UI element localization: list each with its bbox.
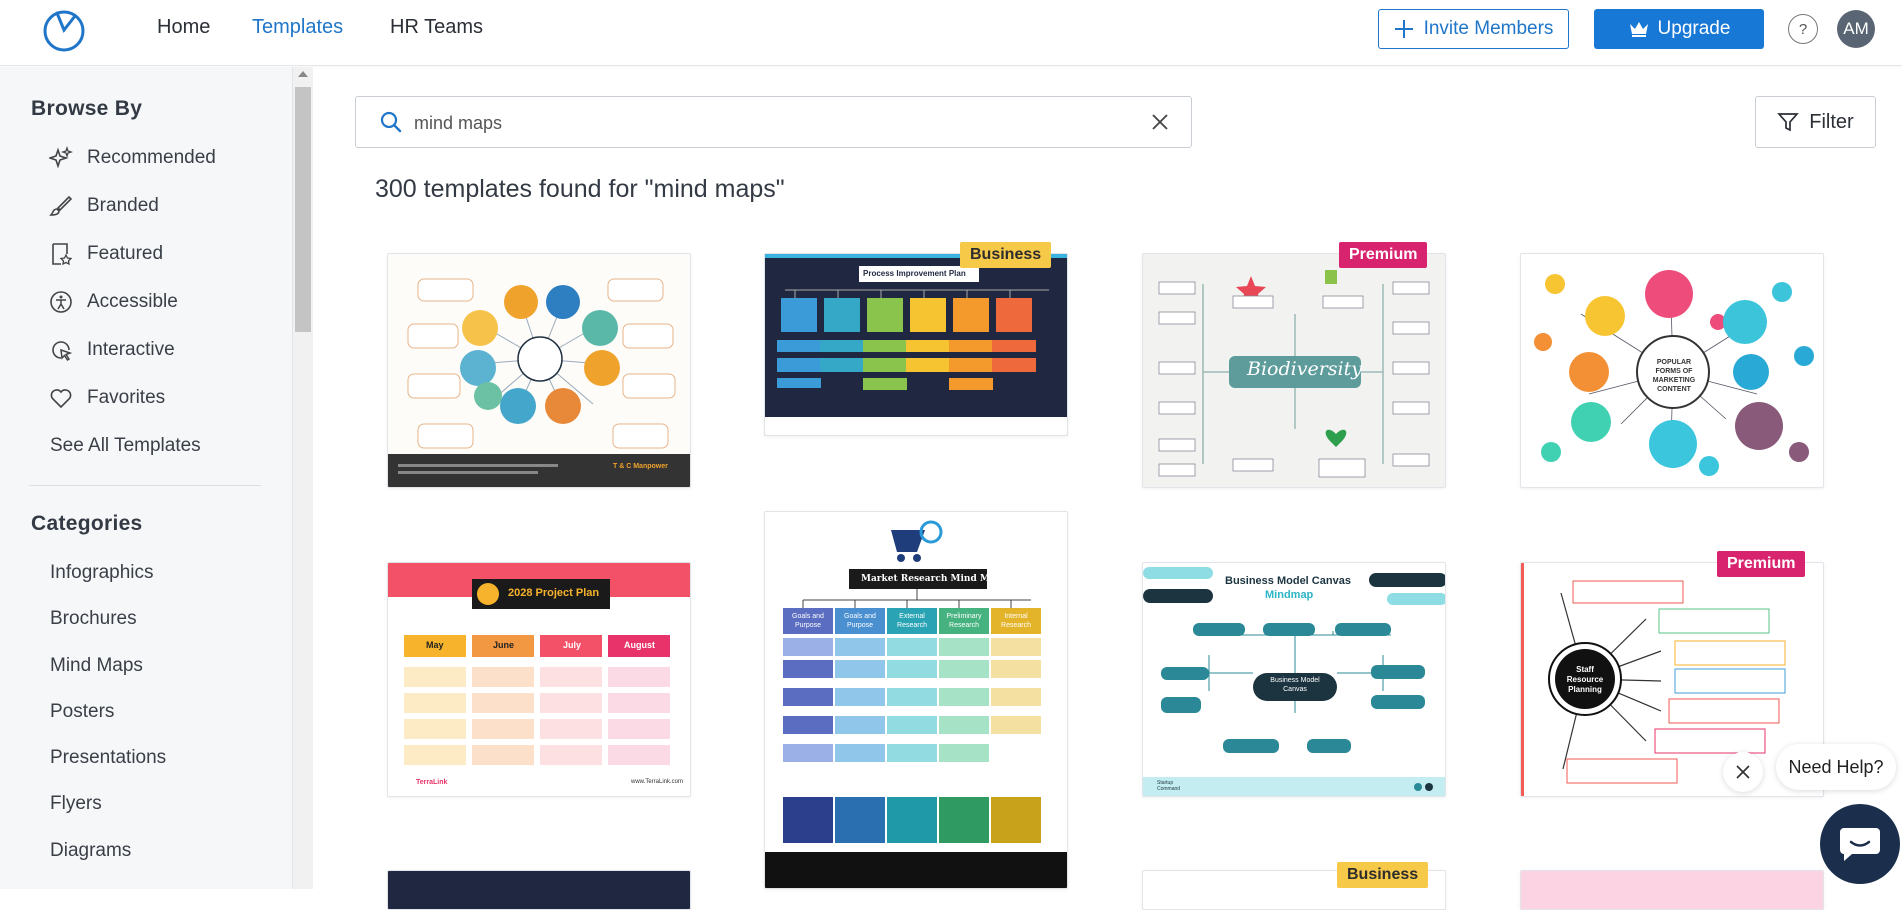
card-center-text: POPULAR FORMS OF MARKETING CONTENT: [1652, 359, 1696, 393]
nav-home[interactable]: Home: [157, 16, 210, 39]
chat-launcher-button[interactable]: [1820, 804, 1900, 884]
sidebar-item-recommended[interactable]: Recommended: [49, 143, 216, 173]
search-box: [355, 96, 1192, 148]
sidebar-item-label: Recommended: [87, 147, 216, 168]
template-card[interactable]: Biodiversity: [1142, 253, 1446, 488]
template-card[interactable]: [387, 870, 691, 910]
business-badge: Business: [1337, 862, 1429, 888]
search-icon: [380, 111, 402, 133]
month-label: June: [493, 640, 515, 650]
sidebar-item-accessible[interactable]: Accessible: [49, 287, 178, 317]
plus-icon: [1394, 20, 1413, 38]
column-label: Goals and Purpose: [844, 613, 876, 629]
card-site: www.TerraLink.com: [631, 779, 684, 785]
results-count: 300 templates found for "mind maps": [375, 175, 785, 203]
card-subtitle: Mindmap: [1265, 589, 1314, 601]
sidebar-item-label: Favorites: [87, 387, 166, 408]
card-title: Process Improvement Plan: [863, 269, 966, 278]
template-card[interactable]: Process Improvement Plan: [764, 253, 1068, 436]
category-mind-maps[interactable]: Mind Maps: [50, 655, 143, 677]
premium-badge: Premium: [1339, 242, 1428, 268]
search-input[interactable]: [414, 110, 1114, 136]
invite-label: Invite Members: [1423, 18, 1554, 39]
filter-button[interactable]: Filter: [1755, 96, 1876, 148]
sidebar-item-interactive[interactable]: Interactive: [49, 335, 175, 365]
category-flyers[interactable]: Flyers: [50, 793, 102, 815]
crown-icon: [1629, 22, 1648, 37]
filter-icon: [1777, 113, 1800, 132]
sidebar-item-favorites[interactable]: Favorites: [49, 383, 165, 413]
brush-icon: [49, 194, 73, 218]
template-card[interactable]: T & C Manpower: [387, 253, 691, 488]
month-label: July: [563, 640, 582, 650]
sidebar-divider: [29, 485, 261, 486]
close-help-button[interactable]: [1723, 752, 1763, 792]
column-label: Internal Research: [1001, 613, 1031, 629]
template-card[interactable]: Market Research Mind Map Goals and Purpo…: [764, 511, 1068, 889]
card-title: Market Research Mind Map: [861, 574, 1002, 584]
need-help-bubble[interactable]: Need Help?: [1776, 744, 1896, 790]
sidebar: Browse By Recommended Branded Featured A…: [0, 67, 293, 889]
card-title: Business Model Canvas: [1225, 575, 1351, 587]
month-label: May: [426, 640, 444, 650]
template-card[interactable]: Business Model Canvas Mindmap Business M…: [1142, 562, 1446, 797]
browse-heading: Browse By: [31, 97, 143, 120]
sidebar-item-branded[interactable]: Branded: [49, 191, 159, 221]
card-brand: TerraLink: [416, 779, 448, 786]
template-card[interactable]: 2028 Project Plan May June July August T…: [387, 562, 691, 797]
chat-icon: [1840, 828, 1880, 861]
help-button[interactable]: ?: [1788, 14, 1818, 44]
scroll-thumb[interactable]: [295, 87, 311, 332]
star-doc-icon: [49, 242, 73, 266]
logo-icon[interactable]: [42, 8, 86, 52]
heart-icon: [49, 386, 73, 410]
close-icon: [1736, 765, 1750, 779]
card-brand: Startup Command: [1157, 780, 1181, 792]
accessibility-icon: [49, 290, 73, 314]
category-presentations[interactable]: Presentations: [50, 747, 166, 769]
column-label: Goals and Purpose: [792, 613, 824, 629]
nav-templates[interactable]: Templates: [252, 16, 343, 39]
invite-members-button[interactable]: Invite Members: [1378, 9, 1569, 49]
scroll-up-arrow-icon[interactable]: [298, 71, 308, 77]
category-posters[interactable]: Posters: [50, 701, 114, 723]
top-nav: Home Templates HR Teams Invite Members U…: [0, 0, 1902, 66]
sidebar-item-label: Accessible: [87, 291, 178, 312]
template-thumbnail: [388, 278, 690, 487]
card-brand: T & C Manpower: [613, 463, 668, 470]
sparkle-icon: [49, 146, 73, 170]
template-card[interactable]: POPULAR FORMS OF MARKETING CONTENT: [1520, 253, 1824, 488]
sidebar-item-label: Interactive: [87, 339, 175, 360]
column-label: Preliminary Research: [946, 613, 982, 629]
upgrade-label: Upgrade: [1657, 18, 1731, 39]
month-label: August: [624, 640, 655, 650]
column-label: External Research: [897, 613, 927, 629]
premium-badge: Premium: [1717, 551, 1806, 577]
template-thumbnail: [765, 520, 1067, 888]
template-card[interactable]: [1520, 870, 1824, 910]
category-infographics[interactable]: Infographics: [50, 562, 154, 584]
see-all-templates-link[interactable]: See All Templates: [50, 435, 201, 457]
sidebar-scrollbar[interactable]: [292, 67, 313, 889]
avatar[interactable]: AM: [1837, 10, 1875, 48]
sidebar-item-label: Featured: [87, 243, 164, 264]
categories-heading: Categories: [31, 512, 143, 535]
card-center-text: Business Model Canvas: [1270, 677, 1320, 693]
category-diagrams[interactable]: Diagrams: [50, 840, 131, 862]
card-center-text: Staff Resource Planning: [1566, 665, 1604, 694]
card-title: 2028 Project Plan: [508, 587, 600, 599]
sidebar-item-label: Branded: [87, 195, 159, 216]
card-title: Biodiversity: [1247, 358, 1362, 380]
clear-search-icon[interactable]: [1150, 112, 1170, 132]
sidebar-item-featured[interactable]: Featured: [49, 239, 163, 269]
nav-hr-teams[interactable]: HR Teams: [390, 16, 483, 39]
business-badge: Business: [960, 242, 1052, 268]
template-thumbnail: [765, 254, 1067, 435]
filter-label: Filter: [1809, 110, 1854, 133]
cursor-icon: [49, 338, 73, 362]
upgrade-button[interactable]: Upgrade: [1594, 9, 1764, 49]
category-brochures[interactable]: Brochures: [50, 608, 137, 630]
